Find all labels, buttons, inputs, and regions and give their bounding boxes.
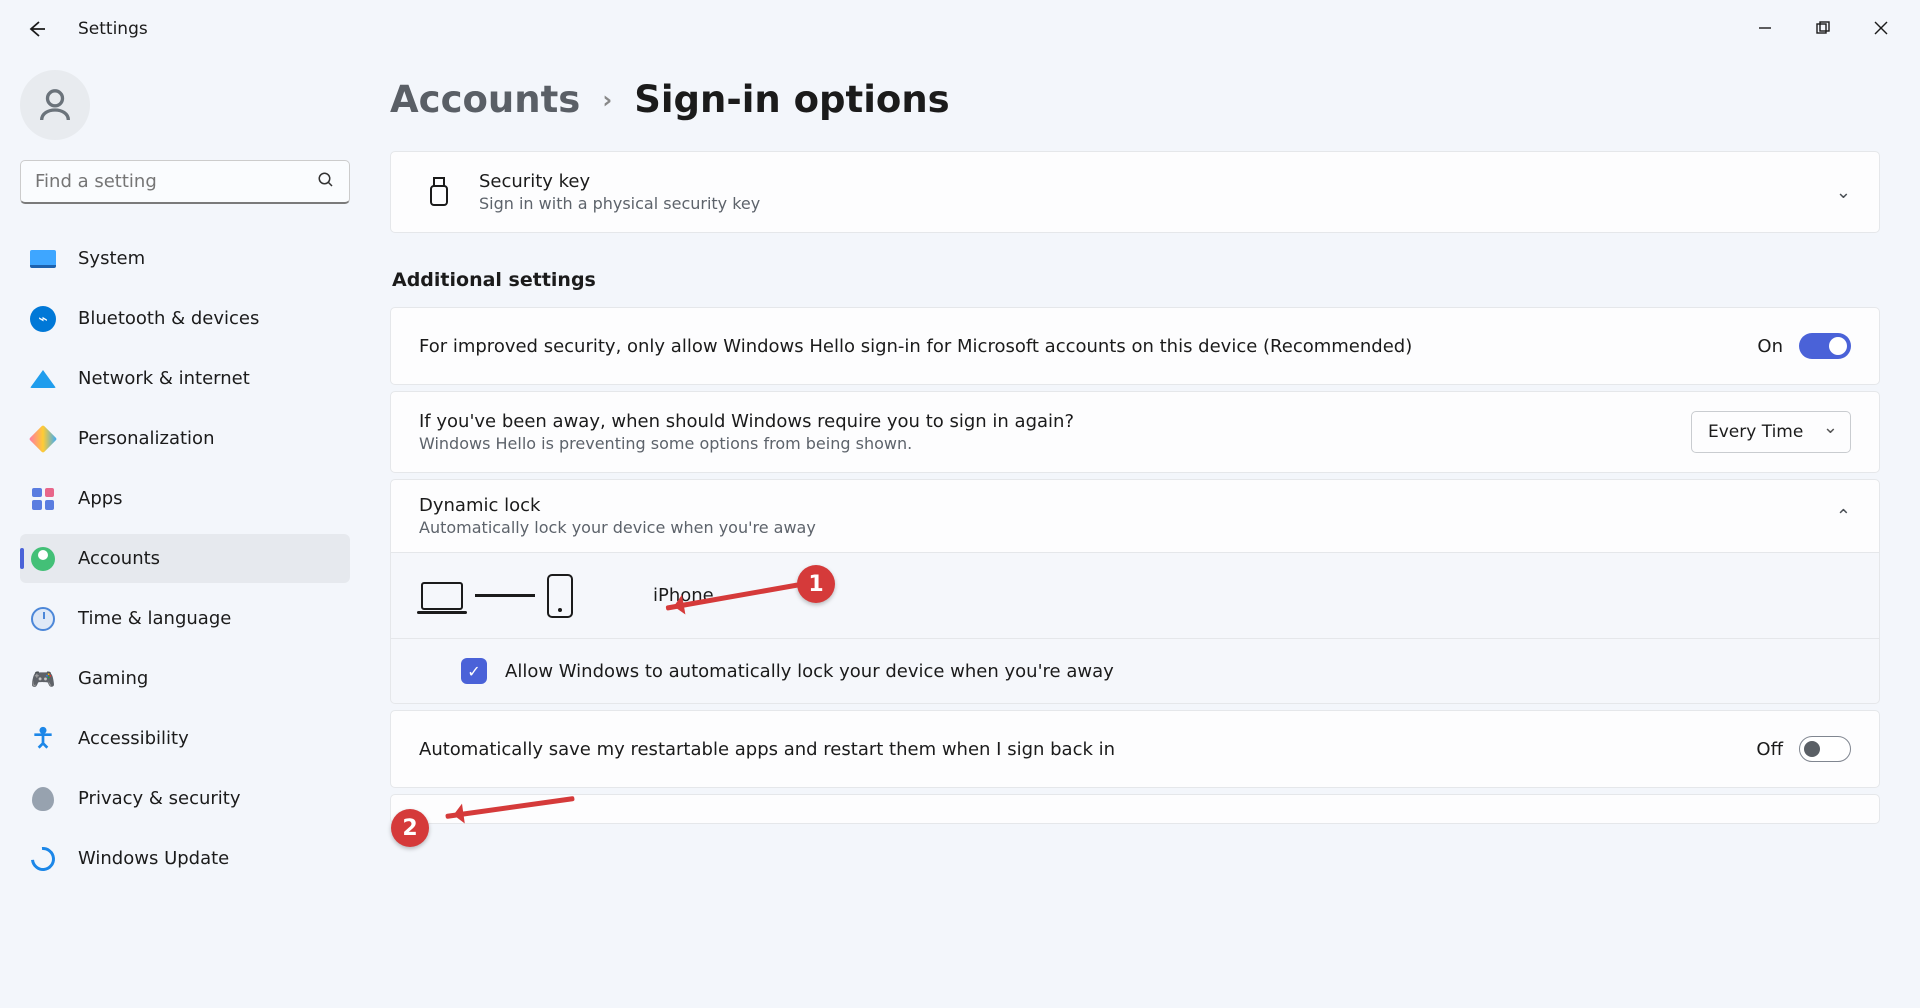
nav-label: Windows Update xyxy=(78,848,229,869)
nav-network[interactable]: Network & internet xyxy=(20,354,350,403)
nav-label: Personalization xyxy=(78,428,214,449)
row-title: Automatically save my restartable apps a… xyxy=(419,739,1756,760)
back-button[interactable] xyxy=(18,10,56,48)
phone-icon xyxy=(547,574,573,618)
nav-accessibility[interactable]: Accessibility xyxy=(20,714,350,763)
nav-privacy[interactable]: Privacy & security xyxy=(20,774,350,823)
nav-label: Accessibility xyxy=(78,728,189,749)
chevron-down-icon: ⌄ xyxy=(1836,182,1851,203)
annotation-label: 1 xyxy=(808,572,823,597)
signin-require-select[interactable]: Every Time xyxy=(1691,411,1851,453)
row-title: Security key xyxy=(479,171,1836,192)
link-line-icon xyxy=(475,594,535,597)
back-arrow-icon xyxy=(27,19,47,39)
bluetooth-icon: ⌁ xyxy=(30,306,56,332)
search-icon xyxy=(317,171,335,193)
toggle-state: On xyxy=(1757,336,1783,357)
close-icon xyxy=(1874,21,1888,35)
nav-label: Accounts xyxy=(78,548,160,569)
annotation-label: 2 xyxy=(402,816,417,841)
person-icon xyxy=(35,85,75,125)
nav-time[interactable]: Time & language xyxy=(20,594,350,643)
system-icon xyxy=(30,246,56,272)
nav-list: System ⌁ Bluetooth & devices Network & i… xyxy=(20,234,350,883)
row-sub: Sign in with a physical security key xyxy=(479,194,1836,213)
user-avatar[interactable] xyxy=(20,70,90,140)
section-header: Additional settings xyxy=(392,269,1880,291)
annotation-marker-1: 1 xyxy=(797,565,835,603)
signin-require-row: If you've been away, when should Windows… xyxy=(390,391,1880,473)
maximize-icon xyxy=(1816,21,1830,35)
nav-apps[interactable]: Apps xyxy=(20,474,350,523)
nav-update[interactable]: Windows Update xyxy=(20,834,350,883)
hello-only-toggle[interactable] xyxy=(1799,333,1851,359)
nav-system[interactable]: System xyxy=(20,234,350,283)
minimize-icon xyxy=(1758,21,1772,35)
next-row-partial[interactable] xyxy=(390,794,1880,824)
breadcrumb: Accounts › Sign-in options xyxy=(390,78,1880,121)
brush-icon xyxy=(30,426,56,452)
nav-label: Time & language xyxy=(78,608,231,629)
dynamic-lock-device-row: iPhone xyxy=(391,553,1879,639)
close-button[interactable] xyxy=(1852,0,1910,56)
shield-icon xyxy=(30,786,56,812)
restart-apps-row[interactable]: Automatically save my restartable apps a… xyxy=(390,710,1880,788)
sidebar: System ⌁ Bluetooth & devices Network & i… xyxy=(0,58,370,1008)
maximize-button[interactable] xyxy=(1794,0,1852,56)
row-title: Dynamic lock xyxy=(419,495,1836,516)
accessibility-icon xyxy=(30,726,56,752)
breadcrumb-separator: › xyxy=(602,86,612,114)
nav-label: System xyxy=(78,248,145,269)
row-sub: Windows Hello is preventing some options… xyxy=(419,434,1691,453)
apps-icon xyxy=(30,486,56,512)
accounts-icon xyxy=(30,546,56,572)
hello-only-row[interactable]: For improved security, only allow Window… xyxy=(390,307,1880,385)
row-title: For improved security, only allow Window… xyxy=(419,336,1757,357)
security-key-row[interactable]: Security key Sign in with a physical sec… xyxy=(390,151,1880,233)
toggle-state: Off xyxy=(1756,739,1783,760)
laptop-icon xyxy=(421,582,463,610)
dynamic-lock-expanded: iPhone ✓ Allow Windows to automatically … xyxy=(390,553,1880,704)
nav-accounts[interactable]: Accounts xyxy=(20,534,350,583)
minimize-button[interactable] xyxy=(1736,0,1794,56)
device-link-graphic xyxy=(421,574,573,618)
app-title: Settings xyxy=(78,19,148,39)
nav-label: Apps xyxy=(78,488,123,509)
nav-label: Bluetooth & devices xyxy=(78,308,259,329)
chevron-up-icon: ⌃ xyxy=(1836,506,1851,527)
main-content: Accounts › Sign-in options Security key … xyxy=(370,58,1920,1008)
nav-gaming[interactable]: 🎮 Gaming xyxy=(20,654,350,703)
dynamic-lock-checkbox[interactable]: ✓ xyxy=(461,658,487,684)
checkbox-label: Allow Windows to automatically lock your… xyxy=(505,661,1114,682)
breadcrumb-parent[interactable]: Accounts xyxy=(390,78,580,121)
breadcrumb-current: Sign-in options xyxy=(634,78,949,121)
usb-key-icon xyxy=(419,177,459,207)
nav-label: Privacy & security xyxy=(78,788,241,809)
search-input[interactable] xyxy=(35,171,317,192)
dynamic-lock-checkbox-row[interactable]: ✓ Allow Windows to automatically lock yo… xyxy=(391,639,1879,703)
restart-apps-toggle[interactable] xyxy=(1799,736,1851,762)
nav-personalization[interactable]: Personalization xyxy=(20,414,350,463)
wifi-icon xyxy=(30,366,56,392)
row-title: If you've been away, when should Windows… xyxy=(419,411,1691,432)
annotation-marker-2: 2 xyxy=(391,809,429,847)
nav-bluetooth[interactable]: ⌁ Bluetooth & devices xyxy=(20,294,350,343)
dynamic-lock-row[interactable]: Dynamic lock Automatically lock your dev… xyxy=(390,479,1880,553)
window-controls xyxy=(1736,0,1910,56)
update-icon xyxy=(30,846,56,872)
row-sub: Automatically lock your device when you'… xyxy=(419,518,1836,537)
nav-label: Gaming xyxy=(78,668,148,689)
nav-label: Network & internet xyxy=(78,368,250,389)
gamepad-icon: 🎮 xyxy=(30,666,56,692)
select-value: Every Time xyxy=(1708,422,1803,442)
search-box[interactable] xyxy=(20,160,350,204)
clock-icon xyxy=(30,606,56,632)
title-bar: Settings xyxy=(0,0,1920,58)
